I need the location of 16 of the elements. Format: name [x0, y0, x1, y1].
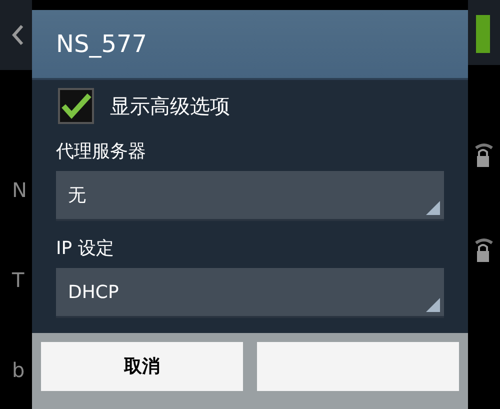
- dropdown[interactable]: 无: [56, 171, 444, 221]
- checkbox[interactable]: [58, 88, 94, 124]
- wifi-switch[interactable]: [476, 15, 490, 53]
- field-label: 代理服务器: [56, 140, 147, 164]
- dropdown-corner-icon: [426, 298, 440, 312]
- checkbox-label: 显示高级选项: [110, 93, 230, 120]
- dropdown[interactable]: DHCP: [56, 268, 444, 318]
- check-icon: [60, 91, 92, 121]
- network-name: T: [11, 270, 26, 290]
- network-name: b: [11, 360, 26, 380]
- network-name: N: [11, 180, 28, 200]
- field-label: IP 设定: [56, 237, 115, 261]
- back-icon[interactable]: [12, 24, 24, 46]
- dropdown-corner-icon: [426, 201, 440, 215]
- cancel-button[interactable]: 取消: [41, 342, 243, 391]
- dialog-title: NS_577: [56, 29, 147, 60]
